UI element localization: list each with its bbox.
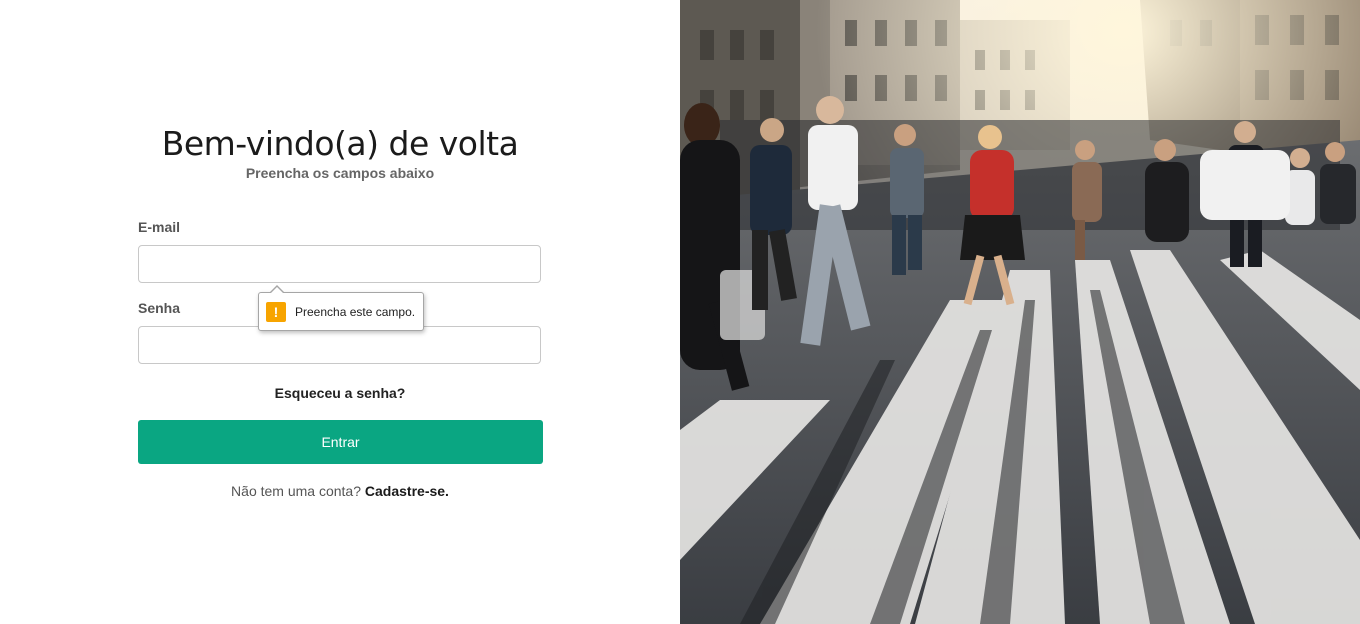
login-panel: Bem-vindo(a) de volta Preencha os campos…: [0, 0, 680, 624]
validation-tooltip: ! Preencha este campo.: [258, 285, 424, 331]
login-button[interactable]: Entrar: [138, 420, 543, 464]
forgot-password-link[interactable]: Esqueceu a senha?: [0, 385, 680, 401]
password-input[interactable]: [138, 326, 541, 364]
page-subtitle: Preencha os campos abaixo: [245, 165, 435, 181]
login-page: Bem-vindo(a) de volta Preencha os campos…: [0, 0, 1360, 624]
crowd-crossing-street-photo: [680, 0, 1360, 624]
email-input[interactable]: [138, 245, 541, 283]
warning-icon: !: [266, 301, 286, 322]
hero-image: [680, 0, 1360, 624]
password-label: Senha: [138, 300, 181, 316]
signup-link[interactable]: Cadastre-se.: [365, 483, 449, 499]
page-title: Bem-vindo(a) de volta: [161, 124, 519, 163]
signup-prompt: Não tem uma conta? Cadastre-se.: [0, 483, 680, 499]
validation-message: Preencha este campo.: [295, 304, 416, 319]
signup-prompt-text: Não tem uma conta?: [231, 483, 362, 499]
email-label: E-mail: [138, 219, 181, 235]
